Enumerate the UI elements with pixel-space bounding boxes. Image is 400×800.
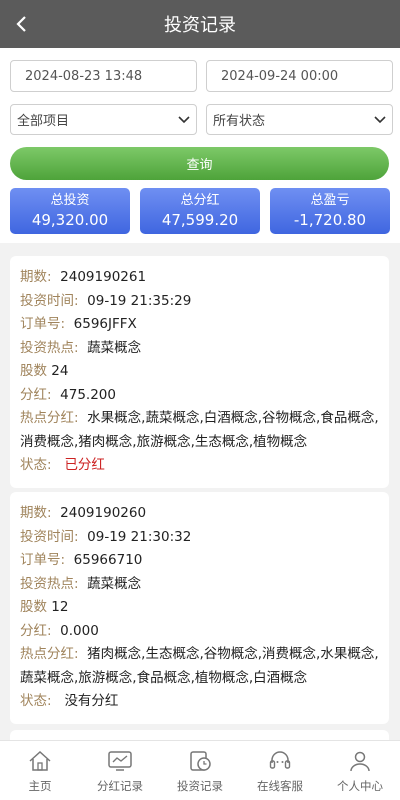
hotspot-value: 蔬菜概念 [87,575,142,592]
record-card: 期数: 2409190261 投资时间: 09-19 21:35:29 订单号:… [10,256,389,488]
chevron-down-icon [374,114,386,126]
order-label: 订单号: [20,316,66,332]
stat-value: 49,320.00 [31,211,109,229]
app-header: 投资记录 [0,0,400,48]
stat-value: 47,599.20 [161,211,239,229]
tab-label: 主页 [28,778,52,793]
query-button[interactable]: 查询 [10,147,389,180]
status-label: 状态: [20,693,52,709]
stat-total-investment: 总投资 49,320.00 [10,188,130,234]
tab-home[interactable]: 主页 [0,741,80,800]
tab-label: 投资记录 [177,778,223,793]
end-date-input[interactable]: 2024-09-24 00:00 [206,60,393,92]
order-value: 65966710 [73,552,143,568]
time-label: 投资时间: [20,292,79,309]
time-value: 09-19 21:35:29 [87,292,192,309]
tab-label: 分红记录 [97,778,143,793]
dividend-label: 分红: [20,386,52,403]
period-value: 2409190260 [60,505,147,521]
time-label: 投资时间: [20,528,79,545]
project-select-value: 全部项目 [17,114,70,129]
hot-dividend-label: 热点分红: [20,646,79,662]
chevron-down-icon [178,114,190,126]
tab-dividend-records[interactable]: 分红记录 [80,741,160,800]
hot-dividend-label: 热点分红: [20,410,79,426]
bottom-tab-bar: 主页 分红记录 投资记录 在线客服 个人中心 [0,740,400,800]
period-value: 2409190261 [60,269,147,285]
record-card: 期数: 2409190260 投资时间: 09-19 21:30:32 订单号:… [10,492,389,724]
order-label: 订单号: [20,552,66,568]
stat-label: 总投资 [50,193,90,208]
shares-label: 股数 [20,363,47,379]
shares-value: 24 [51,363,69,379]
dividend-value: 0.000 [60,622,99,639]
period-label: 期数: [20,505,52,521]
status-value: 已分红 [64,457,105,473]
headset-icon [267,748,293,774]
hotspot-label: 投资热点: [20,339,79,356]
tab-investment-records[interactable]: 投资记录 [160,741,240,800]
page-title: 投资记录 [164,15,236,36]
tab-label: 个人中心 [337,778,383,793]
project-select[interactable]: 全部项目 [10,104,197,135]
dividend-label: 分红: [20,622,52,639]
stat-value: -1,720.80 [293,211,367,229]
stat-label: 总盈亏 [310,193,350,208]
hotspot-label: 投资热点: [20,575,79,592]
order-value: 6596JFFX [73,316,137,332]
tab-label: 在线客服 [257,778,303,793]
stat-total-dividend: 总分红 47,599.20 [140,188,260,234]
chevron-left-icon [16,16,26,32]
period-label: 期数: [20,269,52,285]
start-date-input[interactable]: 2024-08-23 13:48 [10,60,197,92]
status-label: 状态: [20,457,52,473]
status-value: 没有分红 [64,693,119,709]
home-icon [27,748,53,774]
stat-label: 总分红 [180,193,220,208]
time-value: 09-19 21:30:32 [87,528,192,545]
filter-panel: 2024-08-23 13:48 2024-09-24 00:00 全部项目 所… [0,48,400,243]
tab-online-service[interactable]: 在线客服 [240,741,320,800]
stat-total-profit-loss: 总盈亏 -1,720.80 [270,188,390,234]
shares-value: 12 [51,599,69,615]
hotspot-value: 蔬菜概念 [87,339,142,356]
chart-icon [107,748,133,774]
clock-icon [187,748,213,774]
dividend-value: 475.200 [60,386,116,403]
status-select-value: 所有状态 [213,114,266,129]
status-select[interactable]: 所有状态 [206,104,393,135]
user-icon [347,748,373,774]
back-button[interactable] [8,10,36,38]
tab-profile[interactable]: 个人中心 [320,741,400,800]
shares-label: 股数 [20,599,47,615]
